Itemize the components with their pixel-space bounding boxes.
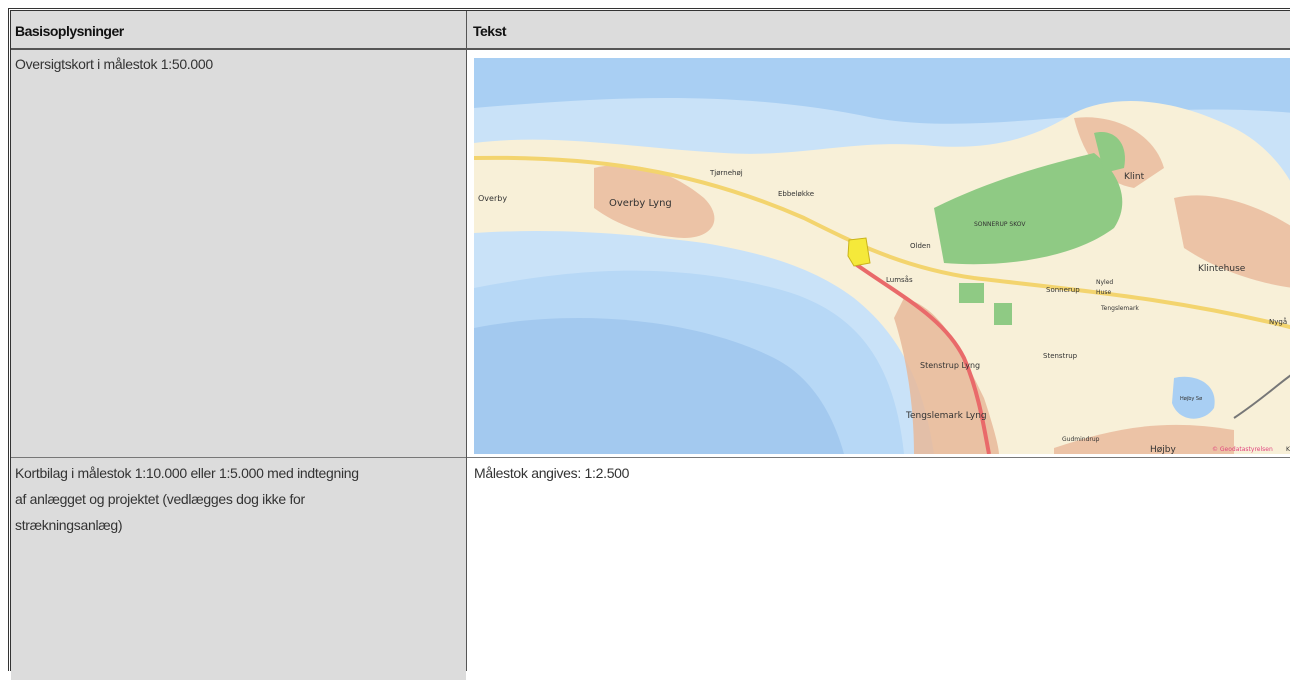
header-tekst: Tekst (473, 23, 507, 39)
label-huse: Huse (1096, 289, 1111, 296)
label-ebbeloekke: Ebbeløkke (778, 190, 814, 198)
label-sonnerup-skov: SONNERUP SKOV (974, 221, 1026, 228)
label-column (11, 50, 466, 680)
row-2-label-line-3: strækningsanlæg) (15, 517, 123, 533)
label-stenstrup-lyng: Stenstrup Lyng (920, 361, 980, 370)
row-divider (11, 457, 1290, 458)
label-stenstrup: Stenstrup (1043, 352, 1078, 360)
label-tengslemark-lyng: Tengslemark Lyng (905, 411, 987, 421)
map-image: Overby Overby Lyng Tjørnehøj Ebbeløkke K… (474, 58, 1290, 454)
row-1-label: Oversigtskort i målestok 1:50.000 (15, 56, 213, 72)
label-klint: Klint (1124, 172, 1145, 182)
map-attribution-tail: K (1286, 446, 1290, 453)
label-gudmindrup: Gudmindrup (1062, 436, 1100, 443)
label-tjornehoj: Tjørnehøj (709, 169, 743, 177)
label-nyga: Nygå (1269, 317, 1287, 326)
label-tengslemark: Tengslemark (1100, 305, 1139, 312)
map-attribution: © Geodatastyrelsen (1212, 446, 1273, 453)
label-lumsas: Lumsås (886, 275, 913, 284)
label-klintehuse: Klintehuse (1198, 264, 1246, 274)
label-overby-lyng: Overby Lyng (609, 198, 672, 209)
label-hojby-so: Højby Sø (1180, 396, 1202, 402)
label-hojby: Højby (1150, 445, 1176, 454)
row-2-label-line-1: Kortbilag i målestok 1:10.000 eller 1:5.… (15, 465, 359, 481)
header-divider (11, 49, 1290, 50)
column-divider (466, 11, 467, 671)
overview-map: Overby Overby Lyng Tjørnehøj Ebbeløkke K… (474, 58, 1290, 454)
table-header-row: Basisoplysninger Tekst (11, 11, 1290, 49)
label-sonnerup: Sonnerup (1046, 286, 1080, 294)
label-olden: Olden (910, 242, 931, 250)
header-basisoplysninger: Basisoplysninger (15, 23, 124, 39)
label-overby: Overby (478, 194, 507, 203)
info-table: Basisoplysninger Tekst Oversigtskort i m… (8, 8, 1290, 680)
row-2-value: Målestok angives: 1:2.500 (474, 465, 630, 481)
label-nyled: Nyled (1096, 279, 1113, 286)
row-2-label: Kortbilag i målestok 1:10.000 eller 1:5.… (15, 460, 465, 538)
row-2-label-line-2: af anlægget og projektet (vedlægges dog … (15, 491, 305, 507)
